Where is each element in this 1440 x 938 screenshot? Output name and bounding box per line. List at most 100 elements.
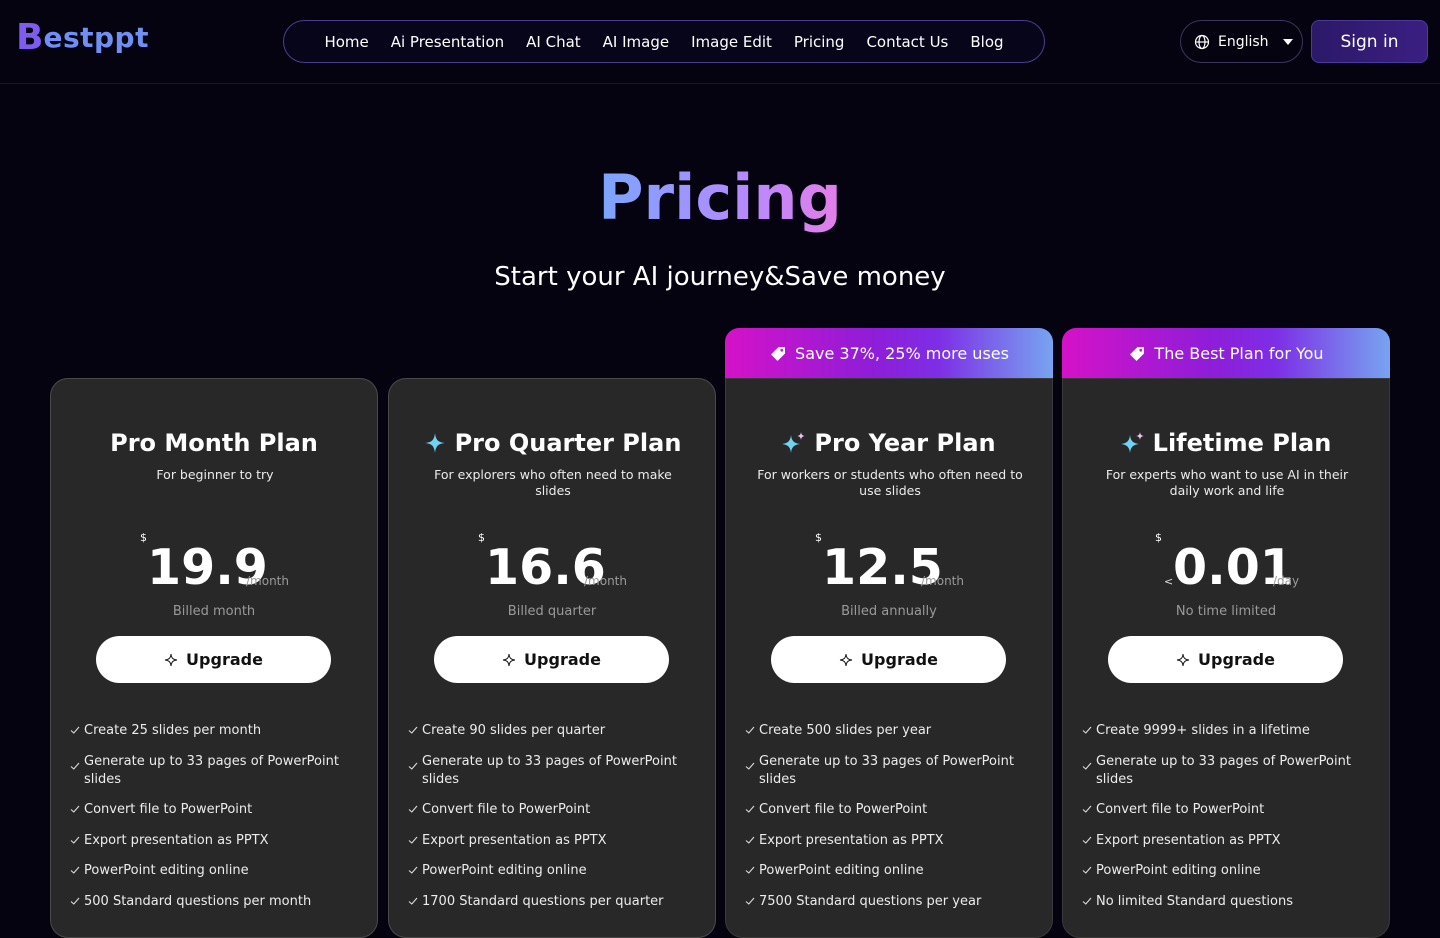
check-icon (70, 726, 80, 734)
plan-description: For explorers who often need to make sli… (434, 467, 672, 498)
sparkle-icon (164, 653, 178, 666)
feature-list: Create 500 slides per year Generate up t… (745, 722, 1035, 923)
feature-item: No limited Standard questions (1082, 893, 1372, 911)
feature-item: Convert file to PowerPoint (1082, 801, 1372, 819)
top-header: B estppt Home Ai Presentation AI Chat AI… (0, 0, 1440, 84)
price-amount: 12.5 (822, 539, 943, 596)
language-selector[interactable]: English (1180, 20, 1303, 63)
less-than-symbol: < (1164, 575, 1174, 588)
check-icon (745, 836, 755, 844)
billing-note: Billed month (172, 604, 256, 619)
logo-text: estppt (43, 21, 149, 54)
nav-ai-chat[interactable]: AI Chat (526, 33, 581, 51)
price-amount: 16.6 (485, 539, 606, 596)
sparkle-icon (1176, 653, 1190, 666)
globe-icon (1194, 34, 1210, 49)
price-block: $ 19.9 /month (51, 529, 377, 599)
currency-symbol: $ (1155, 531, 1162, 544)
bestppt-logo[interactable]: B estppt (16, 18, 149, 58)
currency-symbol: $ (140, 531, 147, 544)
nav-home[interactable]: Home (324, 33, 368, 51)
plan-card-quarter: Pro Quarter Plan For explorers who often… (388, 378, 716, 938)
feature-item: 7500 Standard questions per year (745, 893, 1035, 911)
feature-item: PowerPoint editing online (408, 862, 698, 880)
check-icon (745, 805, 755, 813)
nav-blog[interactable]: Blog (970, 33, 1003, 51)
sparkle-icon (424, 433, 445, 453)
nav-ai-presentation[interactable]: Ai Presentation (391, 33, 504, 51)
check-icon (70, 805, 80, 813)
nav-pricing[interactable]: Pricing (794, 33, 845, 51)
price-period: /day (1273, 574, 1300, 588)
feature-item: Export presentation as PPTX (1082, 832, 1372, 850)
main-nav: Home Ai Presentation AI Chat AI Image Im… (283, 20, 1045, 63)
plan-card-lifetime: Lifetime Plan For experts who want to us… (1062, 378, 1390, 938)
billing-note: Billed quarter (507, 604, 597, 619)
feature-item: Convert file to PowerPoint (70, 801, 360, 819)
sign-in-button[interactable]: Sign in (1311, 20, 1428, 63)
currency-symbol: $ (478, 531, 485, 544)
feature-item: Generate up to 33 pages of PowerPoint sl… (1082, 753, 1372, 789)
check-icon (408, 836, 418, 844)
sparkles-icon (782, 432, 806, 453)
price-block: $ 16.6 /month (389, 529, 715, 599)
chevron-down-icon (1282, 38, 1293, 45)
plan-description: For workers or students who often need t… (757, 467, 1023, 498)
upgrade-button[interactable]: Upgrade (1108, 636, 1343, 683)
check-icon (1082, 805, 1092, 813)
check-icon (1082, 762, 1092, 770)
price-period: /month (921, 574, 964, 588)
price-amount: 19.9 (147, 539, 268, 596)
billing-note: Billed annually (841, 604, 937, 619)
plan-name: Pro Month Plan (110, 429, 318, 457)
price-period: /month (246, 574, 289, 588)
check-icon (70, 897, 80, 905)
feature-item: Create 90 slides per quarter (408, 722, 698, 740)
plan-card-month: Pro Month Plan For beginner to try $ 19.… (50, 378, 378, 938)
feature-list: Create 25 slides per month Generate up t… (70, 722, 360, 923)
page-title: Pricing (598, 161, 842, 234)
year-plan-ribbon: Save 37%, 25% more uses (725, 328, 1053, 379)
sparkle-icon (502, 653, 516, 666)
check-icon (1082, 836, 1092, 844)
nav-ai-image[interactable]: AI Image (603, 33, 669, 51)
feature-item: Export presentation as PPTX (745, 832, 1035, 850)
upgrade-button[interactable]: Upgrade (434, 636, 669, 683)
check-icon (1082, 866, 1092, 874)
logo-initial: B (16, 17, 44, 58)
nav-image-edit[interactable]: Image Edit (691, 33, 772, 51)
check-icon (408, 897, 418, 905)
lifetime-plan-ribbon: The Best Plan for You (1062, 328, 1390, 379)
check-icon (745, 897, 755, 905)
feature-item: 1700 Standard questions per quarter (408, 893, 698, 911)
feature-item: 500 Standard questions per month (70, 893, 360, 911)
feature-item: Export presentation as PPTX (70, 832, 360, 850)
plan-name: Lifetime Plan (1063, 429, 1389, 457)
feature-list: Create 90 slides per quarter Generate up… (408, 722, 698, 923)
feature-item: Create 9999+ slides in a lifetime (1082, 722, 1372, 740)
plan-name: Pro Year Plan (726, 429, 1052, 457)
check-icon (408, 726, 418, 734)
check-icon (1082, 726, 1092, 734)
check-icon (70, 866, 80, 874)
upgrade-button[interactable]: Upgrade (96, 636, 331, 683)
check-icon (408, 805, 418, 813)
feature-list: Create 9999+ slides in a lifetime Genera… (1082, 722, 1372, 923)
nav-contact-us[interactable]: Contact Us (866, 33, 948, 51)
check-icon (745, 866, 755, 874)
check-icon (70, 762, 80, 770)
language-label: English (1218, 33, 1269, 50)
feature-item: Generate up to 33 pages of PowerPoint sl… (408, 753, 698, 789)
check-icon (70, 836, 80, 844)
feature-item: Convert file to PowerPoint (408, 801, 698, 819)
plan-description: For beginner to try (156, 467, 274, 482)
plan-card-year: Pro Year Plan For workers or students wh… (725, 378, 1053, 938)
feature-item: PowerPoint editing online (1082, 862, 1372, 880)
feature-item: Generate up to 33 pages of PowerPoint sl… (745, 753, 1035, 789)
upgrade-button[interactable]: Upgrade (771, 636, 1006, 683)
feature-item: Convert file to PowerPoint (745, 801, 1035, 819)
check-icon (408, 762, 418, 770)
price-block: $ < 0.01 /day (1063, 529, 1389, 599)
check-icon (408, 866, 418, 874)
feature-item: PowerPoint editing online (70, 862, 360, 880)
